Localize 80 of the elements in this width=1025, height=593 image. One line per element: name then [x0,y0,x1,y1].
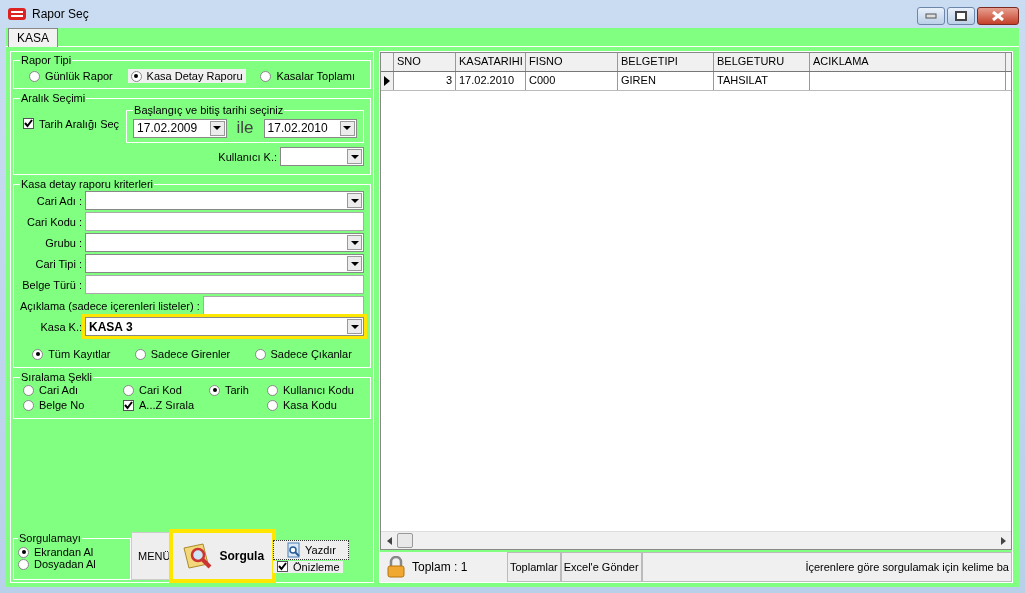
row-pointer-icon [384,76,390,86]
radio-option[interactable]: Tüm Kayıtlar [29,347,114,361]
caret-icon [350,240,359,245]
minimize-icon [925,13,937,19]
table-cell: C000 [526,72,618,90]
field-label: Grubu : [44,236,82,249]
check-icon [24,119,33,128]
dropdown-field[interactable] [85,254,364,273]
radio-option[interactable]: Kasalar Toplamı [257,69,359,83]
caret-icon [350,261,359,266]
total-count: Toplam : 1 [412,560,469,574]
field-label: Belge Türü : [21,278,82,291]
maximize-button[interactable] [947,7,975,25]
window-title: Rapor Seç [32,7,89,21]
field-label: Cari Kodu : [25,215,82,228]
maximize-icon [955,11,967,21]
caret-icon [350,198,359,203]
caret-icon [350,154,359,159]
dropdown-field[interactable] [85,191,364,210]
check-icon [278,562,288,571]
user-dropdown[interactable] [280,147,364,166]
field-label: Açıklama (sadece içerenleri listeler) : [20,299,200,312]
caret-icon [213,126,222,130]
dropdown-field[interactable]: KASA 3 [85,317,364,336]
field-label: Kullanıcı K.: [218,150,277,163]
radio-option[interactable]: Kasa Detay Raporu [127,69,246,83]
check-icon [124,400,133,410]
radio-option[interactable]: Belge No [20,398,120,412]
group-label: Rapor Tipi [20,54,73,66]
caret-icon [350,324,359,329]
radio-option[interactable]: Ekrandan Al [18,546,94,558]
query-button[interactable]: Sorgula [172,532,274,580]
checkbox-option[interactable]: Önizleme [273,560,344,573]
date-dropdown[interactable]: 17.02.2010 [263,118,357,138]
excel-export-button[interactable]: Excel'e Gönder [560,552,642,582]
radio-option[interactable]: Tarih [206,383,264,397]
app-icon [8,8,26,20]
table-cell: TAHSILAT [714,72,810,90]
status-hint: İçerenlere göre sorgulamak için kelime ba [641,552,1012,582]
column-header[interactable]: SNO [394,53,456,71]
totals-button[interactable]: Toplamlar [507,552,561,582]
radio-option[interactable]: Sadece Çıkanlar [251,347,355,361]
document-search-icon [286,541,303,558]
date-dropdown[interactable]: 17.02.2009 [133,118,227,138]
print-button[interactable]: Yazdır [273,539,350,560]
checkbox-option[interactable]: Tarih Aralığı Seç [20,116,123,131]
radio-option[interactable]: Günlük Rapor [25,69,116,83]
text-field[interactable] [85,212,364,231]
field-label: Kasa K.: [39,320,82,333]
column-header[interactable]: BELGETURU [714,53,810,71]
group-label: Aralık Seçimi [20,92,87,104]
caret-icon [343,126,352,130]
table-cell: 3 [394,72,456,90]
radio-option[interactable]: Cari Adı [20,383,120,397]
radio-option[interactable]: Dosyadan Al [18,558,96,570]
radio-option[interactable]: Kasa Kodu [264,398,364,412]
radio-option[interactable]: Cari Kod [120,383,206,397]
group-label: Başlangıç ve bitiş tarihi seçiniz [133,104,285,116]
group-label: Sorgulamayı [18,532,82,544]
close-button[interactable] [977,7,1019,25]
lock-icon [386,556,406,578]
group-label: Sıralama Şekli [20,371,93,383]
text-field[interactable] [85,275,364,294]
table-cell: 17.02.2010 [456,72,526,90]
group-label: Kasa detay raporu kriterleri [20,178,155,190]
tab[interactable]: KASA [8,28,58,47]
radio-option[interactable]: Sadece Girenler [131,347,234,361]
column-header[interactable]: KASATARIHI [456,53,526,71]
dropdown-field[interactable] [85,233,364,252]
column-header[interactable]: BELGETIPI [618,53,714,71]
column-header[interactable]: FISNO [526,53,618,71]
radio-option[interactable]: Kullanıcı Kodu [264,383,364,397]
checkbox-option[interactable]: A...Z Sırala [120,398,206,412]
column-header[interactable]: ACIKLAMA [810,53,1006,71]
scroll-thumb[interactable] [397,533,413,548]
table-cell: GIREN [618,72,714,90]
field-label: Cari Adı : [35,194,82,207]
connector-text: ile [236,118,254,138]
field-label: Cari Tipi : [34,257,82,270]
close-icon [991,11,1005,21]
